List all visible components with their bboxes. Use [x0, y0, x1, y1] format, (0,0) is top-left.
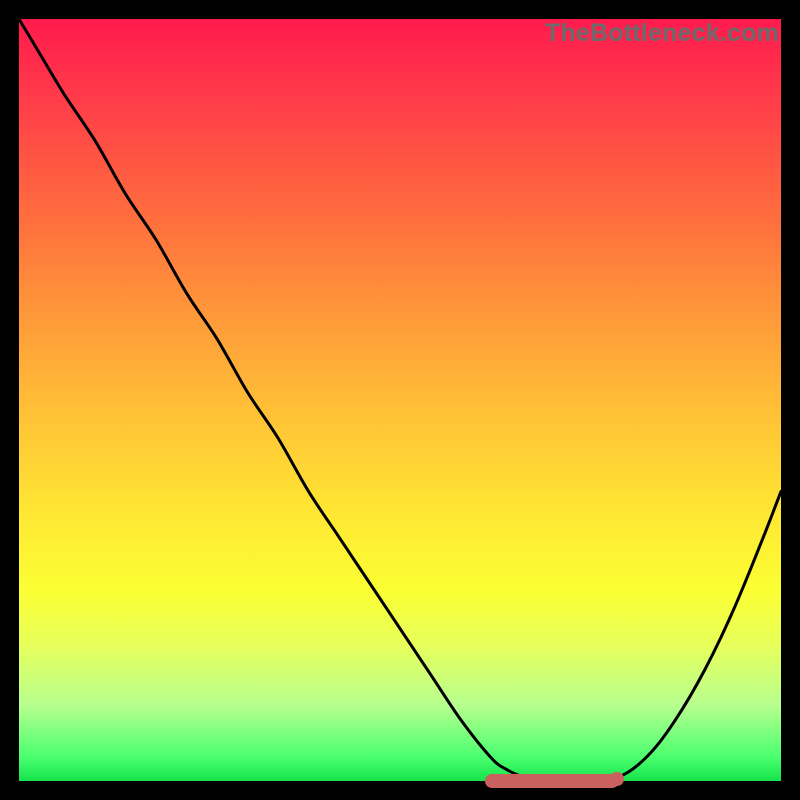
bottleneck-curve	[19, 19, 781, 781]
valley-end-dot	[610, 772, 624, 786]
chart-frame: TheBottleneck.com	[0, 0, 800, 800]
valley-marker	[485, 774, 619, 788]
chart-plot-area: TheBottleneck.com	[19, 19, 781, 781]
